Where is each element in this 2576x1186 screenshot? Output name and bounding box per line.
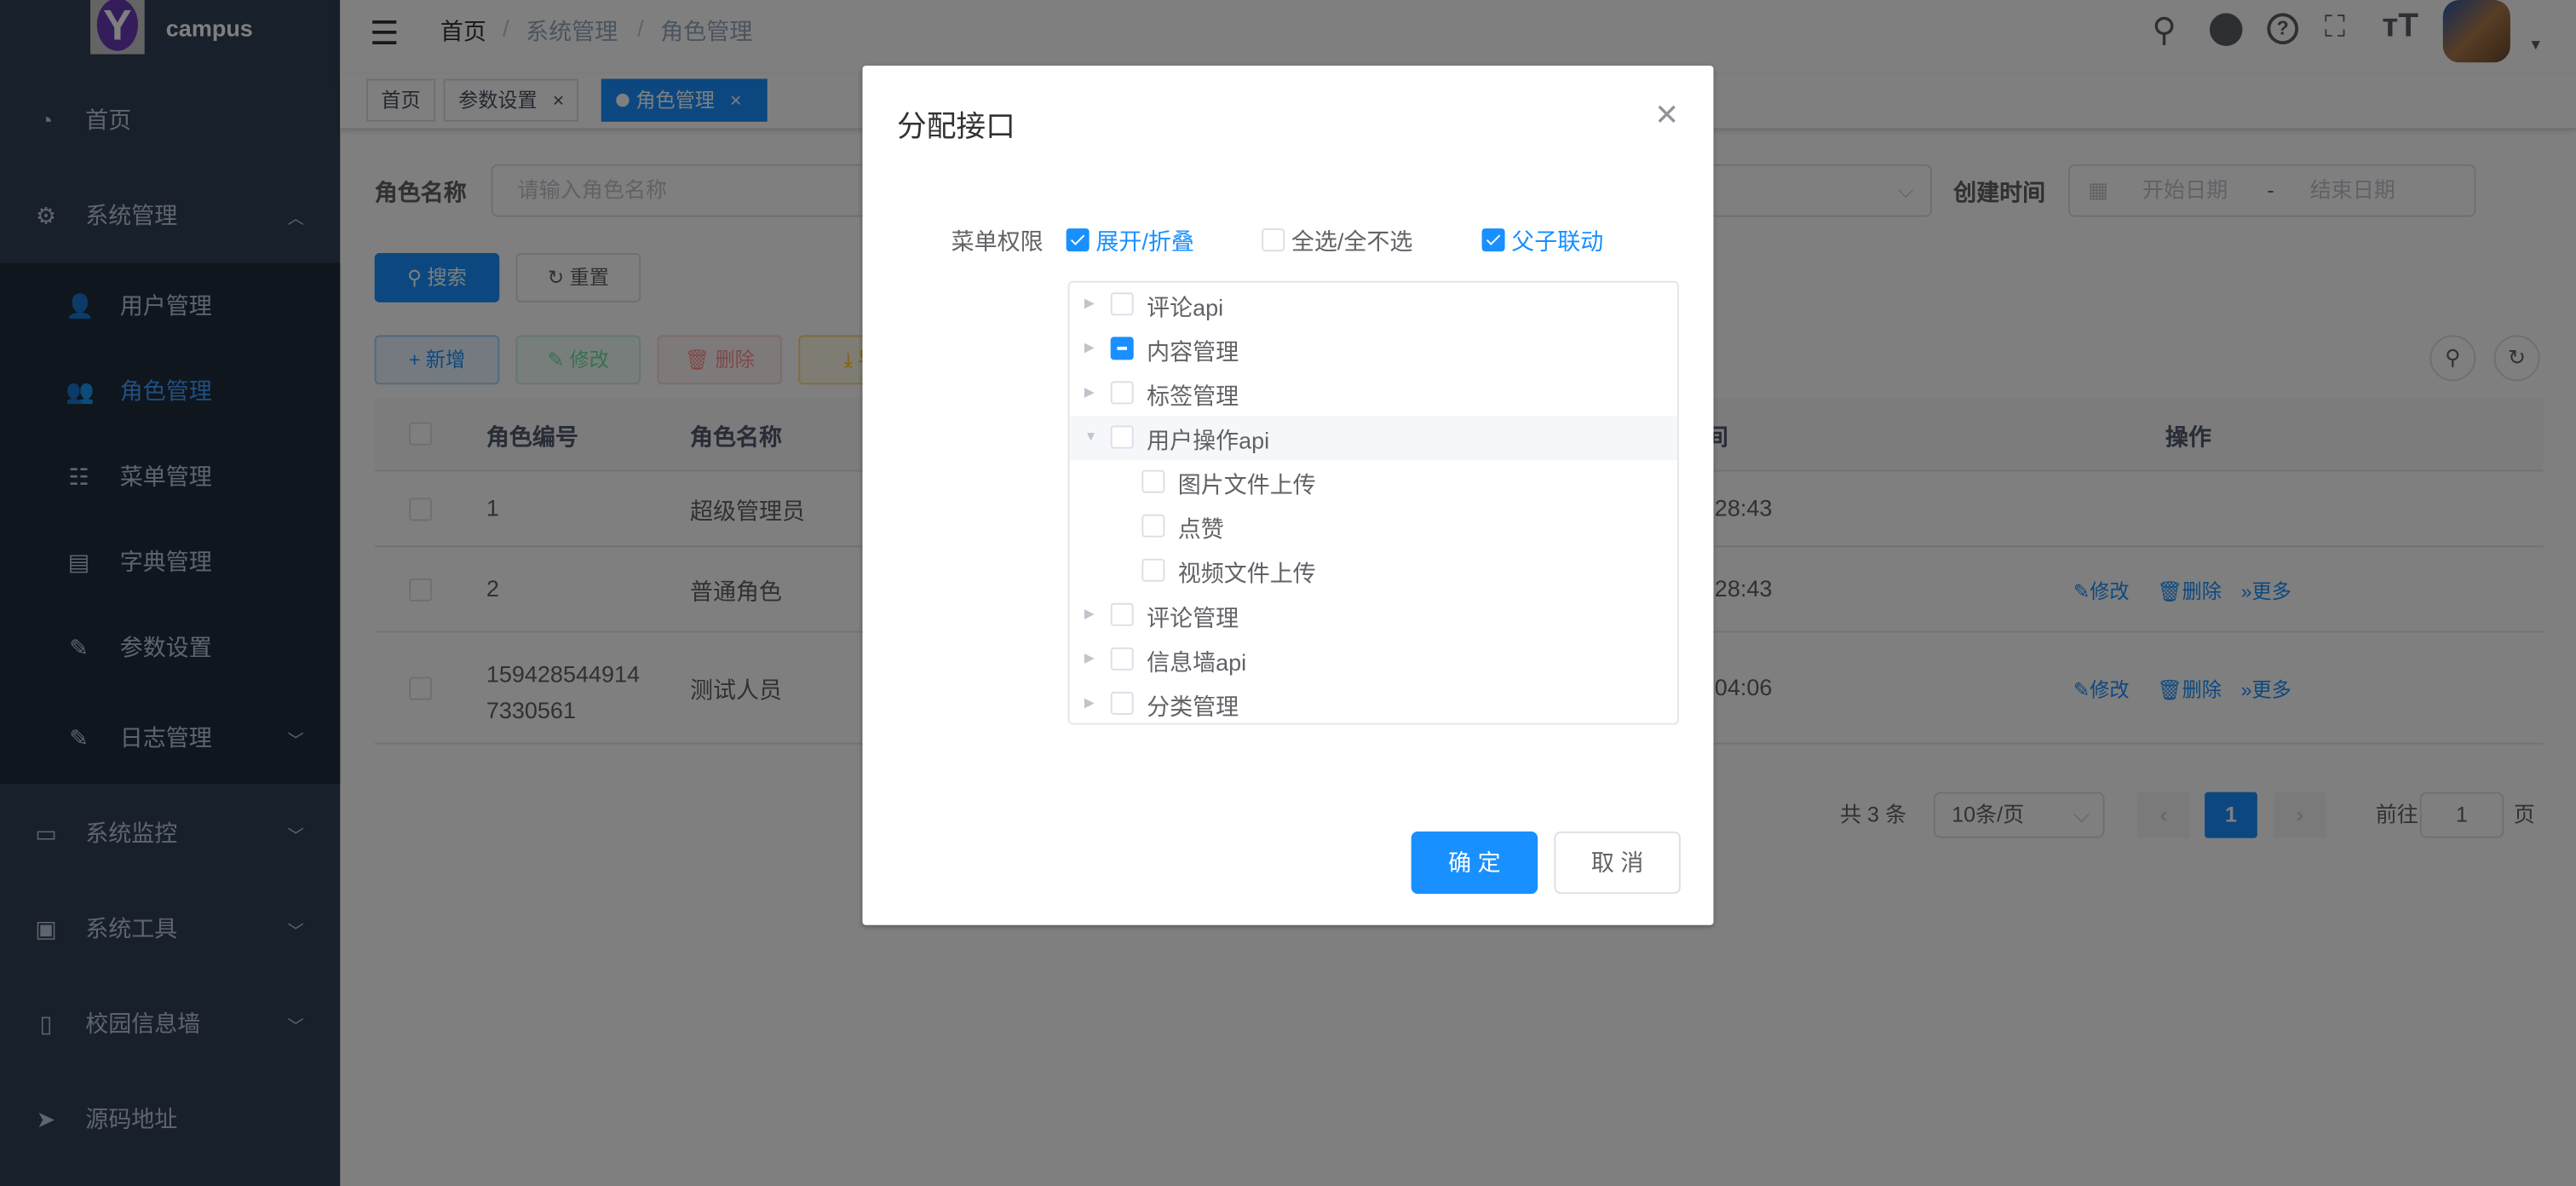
option-label: 父子联动	[1511, 228, 1604, 255]
tree-node-label: 视频文件上传	[1177, 560, 1316, 587]
option-checkbox[interactable]	[1066, 228, 1090, 252]
cancel-button[interactable]: 取 消	[1554, 831, 1681, 895]
tree-node-label: 信息墙api	[1147, 648, 1247, 676]
tree-node[interactable]: ▶ 标签管理	[1069, 371, 1677, 416]
caret-down-icon[interactable]: ▼	[1084, 429, 1097, 443]
caret-right-icon[interactable]: ▶	[1084, 695, 1095, 710]
tree-node-label: 用户操作api	[1147, 427, 1270, 454]
dialog-title: 分配接口	[896, 110, 1015, 143]
tree-node-label: 评论管理	[1147, 604, 1239, 631]
tree-node[interactable]: ▼ 用户操作api	[1069, 415, 1678, 460]
tree-node-checkbox[interactable]	[1110, 647, 1134, 671]
caret-right-icon[interactable]: ▶	[1084, 607, 1095, 621]
tree-node-checkbox[interactable]	[1110, 381, 1134, 405]
tree-node-label: 内容管理	[1147, 338, 1239, 366]
caret-right-icon[interactable]: ▶	[1084, 384, 1095, 399]
option-label: 全选/全不选	[1291, 228, 1413, 255]
tree-node[interactable]: ▶ 信息墙api	[1069, 637, 1677, 682]
tree-node[interactable]: ▶ 内容管理	[1069, 327, 1677, 371]
tree-node-label: 点赞	[1177, 515, 1224, 543]
tree-node[interactable]: 点赞	[1069, 504, 1677, 549]
tree-node-checkbox[interactable]	[1110, 425, 1134, 449]
option-checkbox[interactable]	[1481, 228, 1505, 252]
tree-node-checkbox[interactable]	[1110, 602, 1134, 626]
tree-node-label: 标签管理	[1147, 383, 1239, 410]
close-icon[interactable]: ✕	[1654, 99, 1679, 133]
tree-node[interactable]: 图片文件上传	[1069, 460, 1677, 504]
menu-perm-label: 菜单权限	[951, 228, 1044, 255]
option-checkbox[interactable]	[1262, 228, 1285, 252]
tree-node-checkbox[interactable]	[1110, 337, 1134, 360]
tree-node[interactable]: 视频文件上传	[1069, 549, 1677, 593]
option-label: 展开/折叠	[1095, 228, 1194, 255]
tree-node-checkbox[interactable]	[1110, 691, 1134, 715]
tree-node[interactable]: ▶ 分类管理	[1069, 682, 1677, 723]
caret-right-icon[interactable]: ▶	[1084, 296, 1095, 310]
api-tree: ▶ 评论api ▶ 内容管理 ▶ 标签管理 ▼ 用户操作api 图片文件上传 点赞视频文件上传 ▶ 评…	[1067, 280, 1679, 725]
tree-node-label: 分类管理	[1147, 693, 1239, 720]
tree-node-checkbox[interactable]	[1141, 514, 1165, 538]
confirm-button[interactable]: 确 定	[1411, 831, 1538, 895]
tree-node-checkbox[interactable]	[1141, 558, 1165, 582]
tree-node[interactable]: ▶ 评论管理	[1069, 593, 1677, 637]
tree-node-label: 评论api	[1147, 294, 1224, 321]
tree-node-checkbox[interactable]	[1110, 292, 1134, 316]
tree-node-label: 图片文件上传	[1177, 471, 1316, 498]
caret-right-icon[interactable]: ▶	[1084, 340, 1095, 354]
caret-right-icon[interactable]: ▶	[1084, 651, 1095, 665]
tree-node-checkbox[interactable]	[1141, 469, 1165, 493]
assign-api-dialog: 分配接口 ✕ 菜单权限 展开/折叠 全选/全不选 父子联动 ▶ 评论api ▶ 内容管理 ▶…	[862, 66, 1714, 925]
tree-node[interactable]: ▶ 评论api	[1069, 283, 1677, 327]
